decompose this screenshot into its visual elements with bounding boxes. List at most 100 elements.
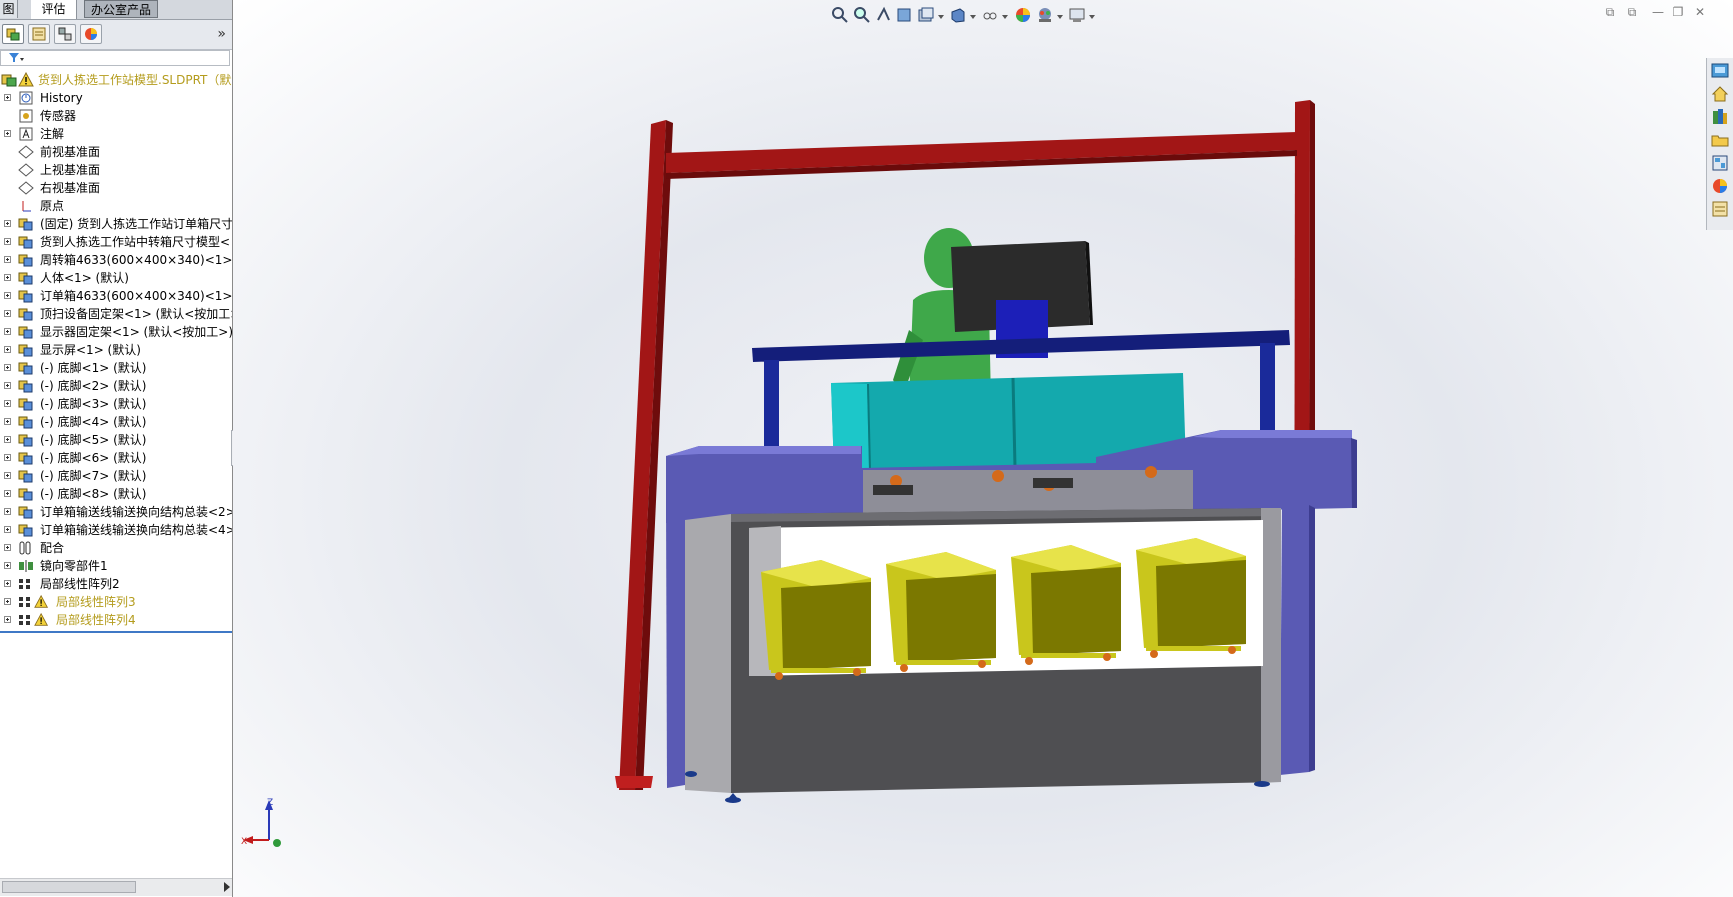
tree-item[interactable]: (-) 底脚<4> (默认) — [0, 413, 232, 431]
expand-toggle-icon[interactable] — [4, 562, 11, 569]
tree-item[interactable]: 人体<1> (默认) — [0, 269, 232, 287]
solidworks-resources-icon[interactable] — [1710, 61, 1730, 81]
tree-item[interactable]: 局部线性阵列3 — [0, 593, 232, 611]
plane-icon — [18, 145, 34, 159]
tree-item[interactable]: 显示器固定架<1> (默认<按加工>) — [0, 323, 232, 341]
tree-item[interactable]: 货到人拣选工作站中转箱尺寸模型< — [0, 233, 232, 251]
tree-item[interactable]: 传感器 — [0, 107, 232, 125]
property-manager-tab[interactable] — [28, 24, 50, 44]
expand-toggle-icon[interactable] — [4, 454, 11, 461]
expand-toggle-icon[interactable] — [4, 256, 11, 263]
expand-toggle-icon[interactable] — [4, 400, 11, 407]
tree-item[interactable]: 右视基准面 — [0, 179, 232, 197]
hide-show-items-icon[interactable] — [981, 6, 999, 24]
expand-toggle-icon[interactable] — [4, 328, 11, 335]
expand-toggle-icon[interactable] — [4, 472, 11, 479]
previous-view-icon[interactable] — [875, 6, 893, 24]
tree-item[interactable]: 显示屏<1> (默认) — [0, 341, 232, 359]
tree-item[interactable]: (-) 底脚<1> (默认) — [0, 359, 232, 377]
expand-toggle-icon[interactable] — [4, 346, 11, 353]
appearances-scenes-icon[interactable] — [1710, 176, 1730, 196]
apply-scene-icon[interactable] — [1036, 6, 1054, 24]
tab-partial[interactable]: 图 — [0, 0, 18, 18]
minimize-icon[interactable]: — — [1651, 6, 1665, 18]
tree-item[interactable]: (-) 底脚<6> (默认) — [0, 449, 232, 467]
file-explorer-icon[interactable] — [1710, 130, 1730, 150]
expand-toggle-icon[interactable] — [4, 436, 11, 443]
tree-item[interactable]: 周转箱4633(600×400×340)<1> (默 — [0, 251, 232, 269]
tree-item[interactable]: 局部线性阵列4 — [0, 611, 232, 629]
view-orientation-icon[interactable] — [917, 6, 935, 24]
custom-properties-icon[interactable] — [1710, 199, 1730, 219]
tab-evaluate[interactable]: 评估 — [31, 0, 77, 19]
mirror-icon — [19, 560, 33, 572]
expand-toggle-icon[interactable] — [4, 544, 11, 551]
tree-item[interactable]: 上视基准面 — [0, 161, 232, 179]
design-library-icon[interactable] — [1710, 107, 1730, 127]
expand-toggle-icon[interactable] — [4, 94, 11, 101]
tree-item[interactable]: (-) 底脚<7> (默认) — [0, 467, 232, 485]
tree-item[interactable]: (固定) 货到人拣选工作站订单箱尺寸 — [0, 215, 233, 233]
tab-office-products[interactable]: 办公室产品 — [84, 0, 158, 18]
view-settings-icon[interactable] — [1068, 6, 1086, 24]
expand-toggle-icon[interactable] — [4, 238, 11, 245]
feature-manager-tab[interactable] — [2, 24, 24, 44]
expand-toggle-icon[interactable] — [4, 526, 11, 533]
scrollbar-thumb[interactable] — [2, 881, 136, 893]
edit-appearance-icon[interactable] — [1014, 6, 1032, 24]
tree-item[interactable]: (-) 底脚<3> (默认) — [0, 395, 232, 413]
tree-item[interactable]: 前视基准面 — [0, 143, 232, 161]
tree-item[interactable]: History — [0, 89, 232, 107]
tree-item[interactable]: 订单箱输送线输送换向结构总装<2> — [0, 503, 232, 521]
viewport-tile-icon[interactable]: ⧉ — [1603, 6, 1617, 18]
expand-toggle-icon[interactable] — [4, 580, 11, 587]
hide-show-dropdown-icon[interactable] — [1002, 15, 1008, 19]
tree-item[interactable]: (-) 底脚<8> (默认) — [0, 485, 232, 503]
tree-item[interactable]: 原点 — [0, 197, 232, 215]
view-settings-dropdown-icon[interactable] — [1089, 15, 1095, 19]
display-style-dropdown-icon[interactable] — [970, 15, 976, 19]
display-style-icon[interactable] — [949, 6, 967, 24]
viewport-restore-icon[interactable]: ⧉ — [1625, 6, 1639, 18]
zoom-to-area-icon[interactable] — [853, 6, 871, 24]
tree-item[interactable]: 注解 — [0, 125, 232, 143]
view-orientation-dropdown-icon[interactable] — [938, 15, 944, 19]
expand-toggle-icon[interactable] — [4, 616, 11, 623]
tree-rollback-bar[interactable] — [0, 631, 232, 633]
expand-panel-icon[interactable]: » — [217, 26, 226, 42]
scroll-right-icon[interactable] — [224, 882, 230, 892]
view-palette-icon[interactable] — [1710, 153, 1730, 173]
tree-item[interactable]: (-) 底脚<5> (默认) — [0, 431, 232, 449]
expand-toggle-icon[interactable] — [4, 418, 11, 425]
apply-scene-dropdown-icon[interactable] — [1057, 15, 1063, 19]
expand-toggle-icon[interactable] — [4, 490, 11, 497]
tree-item[interactable]: 配合 — [0, 539, 232, 557]
tree-item[interactable]: 局部线性阵列2 — [0, 575, 232, 593]
tree-item[interactable]: 订单箱4633(600×400×340)<1> (默 — [0, 287, 232, 305]
tree-root-item[interactable]: 货到人拣选工作站模型.SLDPRT（默认 — [0, 71, 232, 89]
expand-toggle-icon[interactable] — [4, 292, 11, 299]
horizontal-scrollbar[interactable] — [0, 878, 232, 896]
expand-toggle-icon[interactable] — [4, 364, 11, 371]
tree-item[interactable]: 镜向零部件1 — [0, 557, 232, 575]
expand-toggle-icon[interactable] — [4, 274, 11, 281]
tree-filter-input[interactable] — [0, 50, 230, 66]
expand-toggle-icon[interactable] — [4, 598, 11, 605]
close-icon[interactable]: ✕ — [1693, 6, 1707, 18]
configuration-manager-tab[interactable] — [54, 24, 76, 44]
expand-toggle-icon[interactable] — [4, 220, 11, 227]
expand-toggle-icon[interactable] — [4, 508, 11, 515]
appearance-manager-tab[interactable] — [80, 24, 102, 44]
section-view-icon[interactable] — [895, 6, 913, 24]
home-icon[interactable] — [1710, 84, 1730, 104]
restore-icon[interactable]: ❐ — [1671, 6, 1685, 18]
tree-item[interactable]: 顶扫设备固定架<1> (默认<按加工> — [0, 305, 232, 323]
expand-toggle-icon[interactable] — [4, 310, 11, 317]
expand-toggle-icon[interactable] — [4, 130, 11, 137]
tree-item[interactable]: 订单箱输送线输送换向结构总装<4> — [0, 521, 232, 539]
graphics-viewport[interactable]: ⧉ ⧉ — ❐ ✕ Z X — [233, 0, 1733, 897]
tree-item-label: (固定) 货到人拣选工作站订单箱尺寸 — [40, 217, 233, 231]
tree-item[interactable]: (-) 底脚<2> (默认) — [0, 377, 232, 395]
zoom-to-fit-icon[interactable] — [831, 6, 849, 24]
expand-toggle-icon[interactable] — [4, 382, 11, 389]
